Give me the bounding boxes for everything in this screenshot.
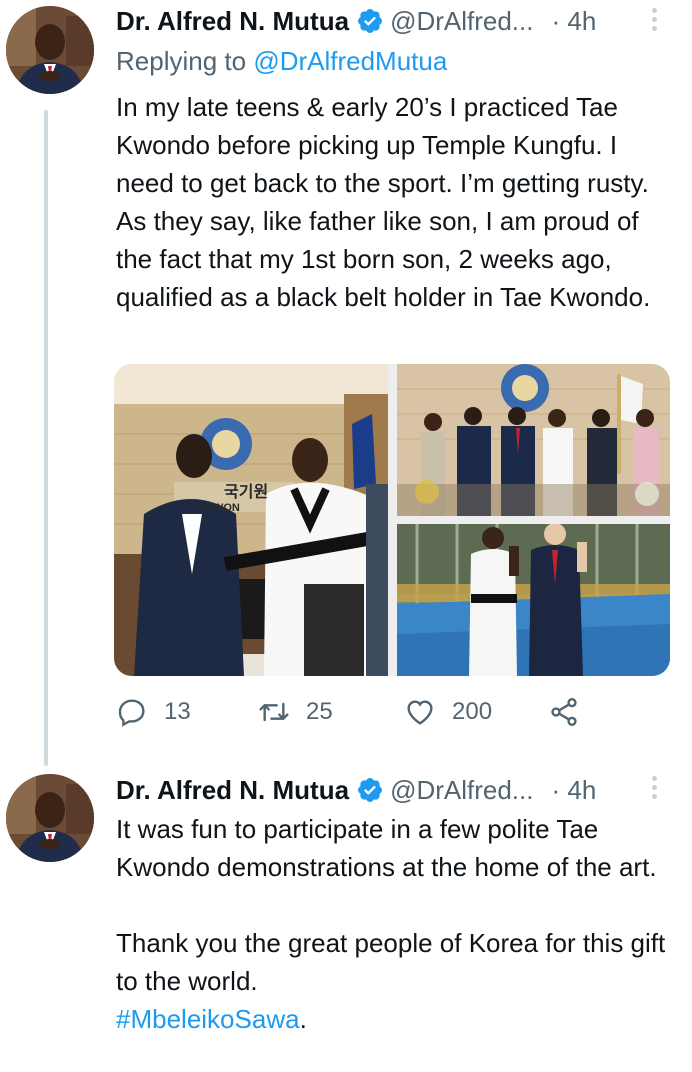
verified-badge-icon <box>358 9 383 33</box>
tweet-header: Dr. Alfred N. Mutua @DrAlfred... · 4h <box>116 772 596 808</box>
like-button[interactable]: 200 <box>404 696 492 728</box>
author-handle[interactable]: @DrAlfred... <box>390 6 533 37</box>
replying-to-line: Replying to @DrAlfredMutua <box>116 46 447 77</box>
photo-group-pose[interactable] <box>397 364 670 516</box>
share-button[interactable] <box>548 696 596 728</box>
author-name[interactable]: Dr. Alfred N. Mutua <box>116 775 349 806</box>
tweet-text: In my late teens & early 20’s I practice… <box>116 92 651 312</box>
photo-belt-ceremony[interactable]: 국기원 KKIWON <box>114 364 388 676</box>
share-icon <box>551 698 577 726</box>
retweet-button[interactable]: 25 <box>258 696 333 728</box>
replying-to-label: Replying to <box>116 46 247 76</box>
more-options-icon[interactable] <box>650 776 658 804</box>
sign-korean: 국기원 <box>224 483 268 501</box>
tweet-timestamp[interactable]: · 4h <box>551 775 596 806</box>
tweet-actions: 13 25 200 <box>116 696 596 736</box>
like-count: 200 <box>452 698 493 725</box>
hashtag-link[interactable]: #MbeleikoSawa <box>116 1004 300 1034</box>
tweet-header: Dr. Alfred N. Mutua @DrAlfred... · 4h <box>116 3 596 39</box>
tweet-media-grid[interactable]: 국기원 KKIWON <box>114 364 670 676</box>
tweet-paragraph: It was fun to participate in a few polit… <box>116 814 657 882</box>
more-options-icon[interactable] <box>650 8 658 36</box>
tweet-2[interactable]: Dr. Alfred N. Mutua @DrAlfred... · 4h It… <box>0 760 692 1072</box>
author-handle[interactable]: @DrAlfred... <box>390 775 533 806</box>
reply-count: 13 <box>164 698 191 725</box>
author-name[interactable]: Dr. Alfred N. Mutua <box>116 6 349 37</box>
retweet-count: 25 <box>306 698 333 725</box>
reply-button[interactable]: 13 <box>116 696 191 728</box>
hashtag-line: #MbeleikoSawa. <box>116 1004 307 1034</box>
retweet-icon <box>259 702 289 722</box>
sign-text: KKIWON <box>194 502 240 514</box>
tweet-1[interactable]: Dr. Alfred N. Mutua @DrAlfred... · 4h Re… <box>0 0 692 760</box>
verified-badge-icon <box>358 778 383 802</box>
avatar[interactable] <box>6 6 94 94</box>
tweet-text: It was fun to participate in a few polit… <box>116 810 676 1038</box>
tweet-paragraph: Thank you the great people of Korea for … <box>116 928 666 996</box>
photo-outdoor-pose[interactable] <box>397 524 670 676</box>
replying-to-mention[interactable]: @DrAlfredMutua <box>253 46 447 76</box>
tweet-timestamp[interactable]: · 4h <box>551 6 596 37</box>
reply-icon <box>118 699 145 727</box>
heart-icon <box>407 700 433 725</box>
avatar[interactable] <box>6 774 94 862</box>
